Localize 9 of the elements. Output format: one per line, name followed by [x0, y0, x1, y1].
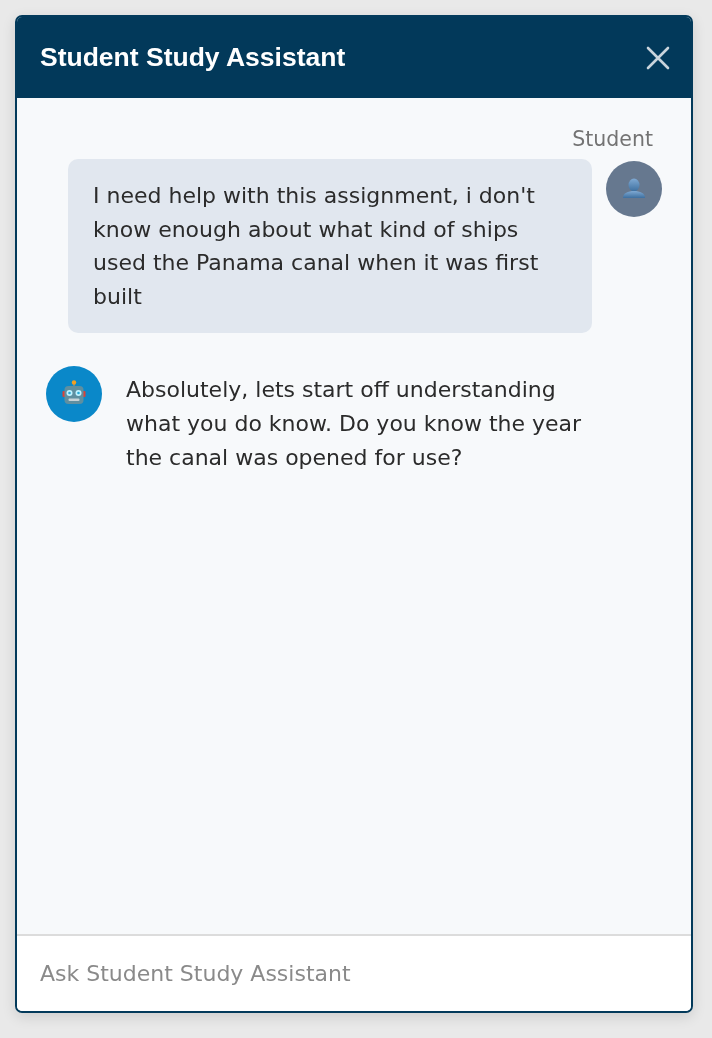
user-message-bubble: I need help with this assignment, i don't know enough about what kind of ships used the Panama canal when it was first built — [68, 159, 592, 333]
user-avatar-icon — [606, 161, 662, 217]
assistant-message: Absolutely, lets start off understanding what you do know. Do you know the year the canal was opened for use? — [126, 376, 583, 472]
window-title: Student Study Assistant — [40, 42, 346, 73]
message-input[interactable]: Ask Student Study Assistant — [17, 934, 691, 1011]
close-button[interactable] — [645, 44, 671, 71]
close-icon — [646, 45, 670, 70]
sender-name: Student — [572, 126, 653, 152]
robot-avatar-icon — [46, 366, 102, 422]
